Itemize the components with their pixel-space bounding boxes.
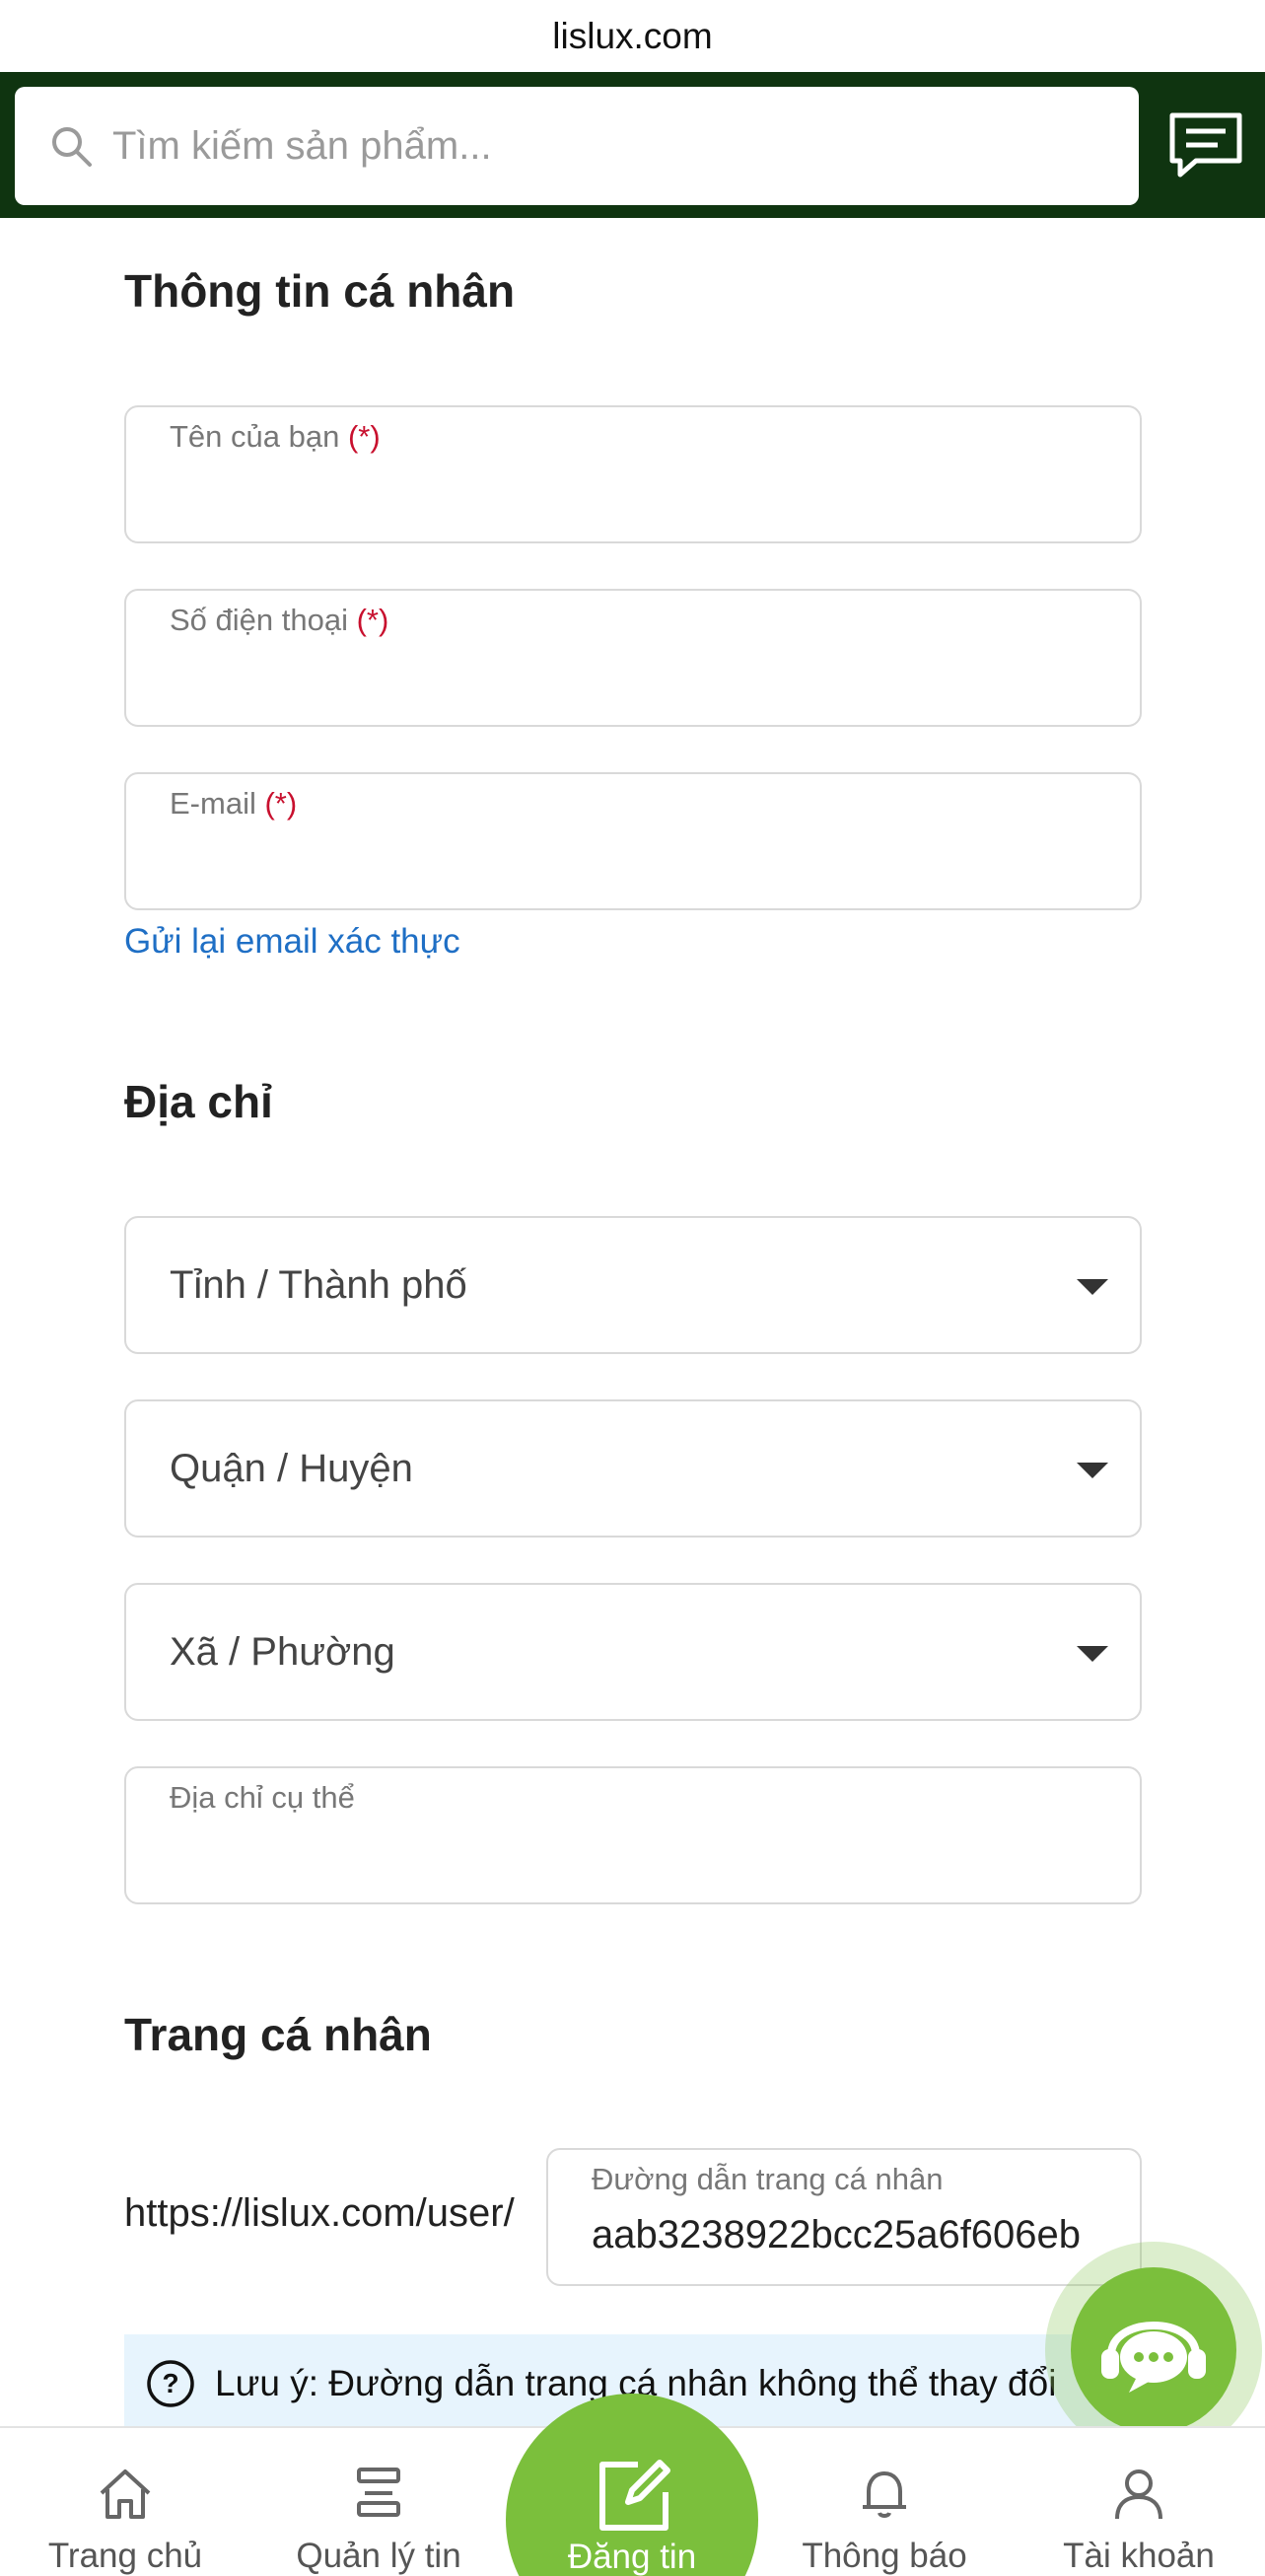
nav-label-manage: Quản lý tin [296,2537,461,2575]
province-value: Tỉnh / Thành phố [170,1262,467,1307]
profile-title: Trang cá nhân [124,2009,432,2060]
ward-value: Xã / Phường [170,1629,395,1674]
required-mark: (*) [356,603,389,637]
required-mark: (*) [264,786,298,821]
nav-item-notifications[interactable]: Thông báo [786,2428,983,2576]
address-detail-field[interactable]: Địa chỉ cụ thể [124,1766,1142,1904]
support-chat-inner [1071,2267,1236,2433]
phone-label: Số điện thoại (*) [170,603,389,637]
headset-chat-icon [1101,2322,1206,2393]
browser-url: lislux.com [552,15,713,56]
district-value: Quận / Huyện [170,1446,413,1490]
profile-slug-field[interactable]: Đường dẫn trang cá nhân aab3238922bcc25a… [546,2148,1142,2286]
chevron-down-icon [1077,1463,1108,1478]
nav-item-home[interactable]: Trang chủ [27,2428,224,2576]
district-select[interactable]: Quận / Huyện [124,1399,1142,1538]
profile-slug-value: aab3238922bcc25a6f606eb [592,2213,1082,2256]
nav-item-manage[interactable]: Quản lý tin [280,2428,477,2576]
email-field[interactable]: E-mail (*) [124,772,1142,910]
top-header: Tìm kiếm sản phẩm... [0,72,1265,218]
user-icon [1115,2469,1162,2520]
name-field[interactable]: Tên của bạn (*) [124,405,1142,543]
profile-url-prefix: https://lislux.com/user/ [124,2191,515,2235]
name-label: Tên của bạn (*) [170,419,381,454]
address-detail-label: Địa chỉ cụ thể [170,1780,355,1815]
nav-label-post: Đăng tin [567,2538,697,2576]
home-icon [100,2469,151,2519]
browser-url-bar[interactable]: lislux.com [0,0,1265,72]
phone-field[interactable]: Số điện thoại (*) [124,589,1142,727]
search-icon [52,127,92,167]
message-icon[interactable] [1166,109,1245,180]
personal-info-title: Thông tin cá nhân [124,265,516,317]
search-placeholder: Tìm kiếm sản phẩm... [112,123,492,168]
resend-email-link[interactable]: Gửi lại email xác thực [124,922,460,962]
nav-label-home: Trang chủ [47,2537,203,2575]
list-manage-icon [357,2468,400,2517]
search-input[interactable]: Tìm kiếm sản phẩm... [15,87,1139,205]
nav-label-notifications: Thông báo [802,2537,967,2575]
svg-text:?: ? [162,2368,178,2398]
required-mark: (*) [347,419,381,454]
chevron-down-icon [1077,1279,1108,1295]
bell-icon [863,2471,906,2518]
question-icon: ? [147,2360,194,2407]
province-select[interactable]: Tỉnh / Thành phố [124,1216,1142,1354]
nav-item-account[interactable]: Tài khoản [1040,2428,1237,2576]
edit-icon [599,2460,670,2531]
email-label: E-mail (*) [170,786,298,821]
profile-slug-label: Đường dẫn trang cá nhân [592,2162,944,2196]
chevron-down-icon [1077,1646,1108,1662]
nav-label-account: Tài khoản [1063,2537,1215,2575]
address-title: Địa chỉ [124,1076,273,1127]
ward-select[interactable]: Xã / Phường [124,1583,1142,1721]
